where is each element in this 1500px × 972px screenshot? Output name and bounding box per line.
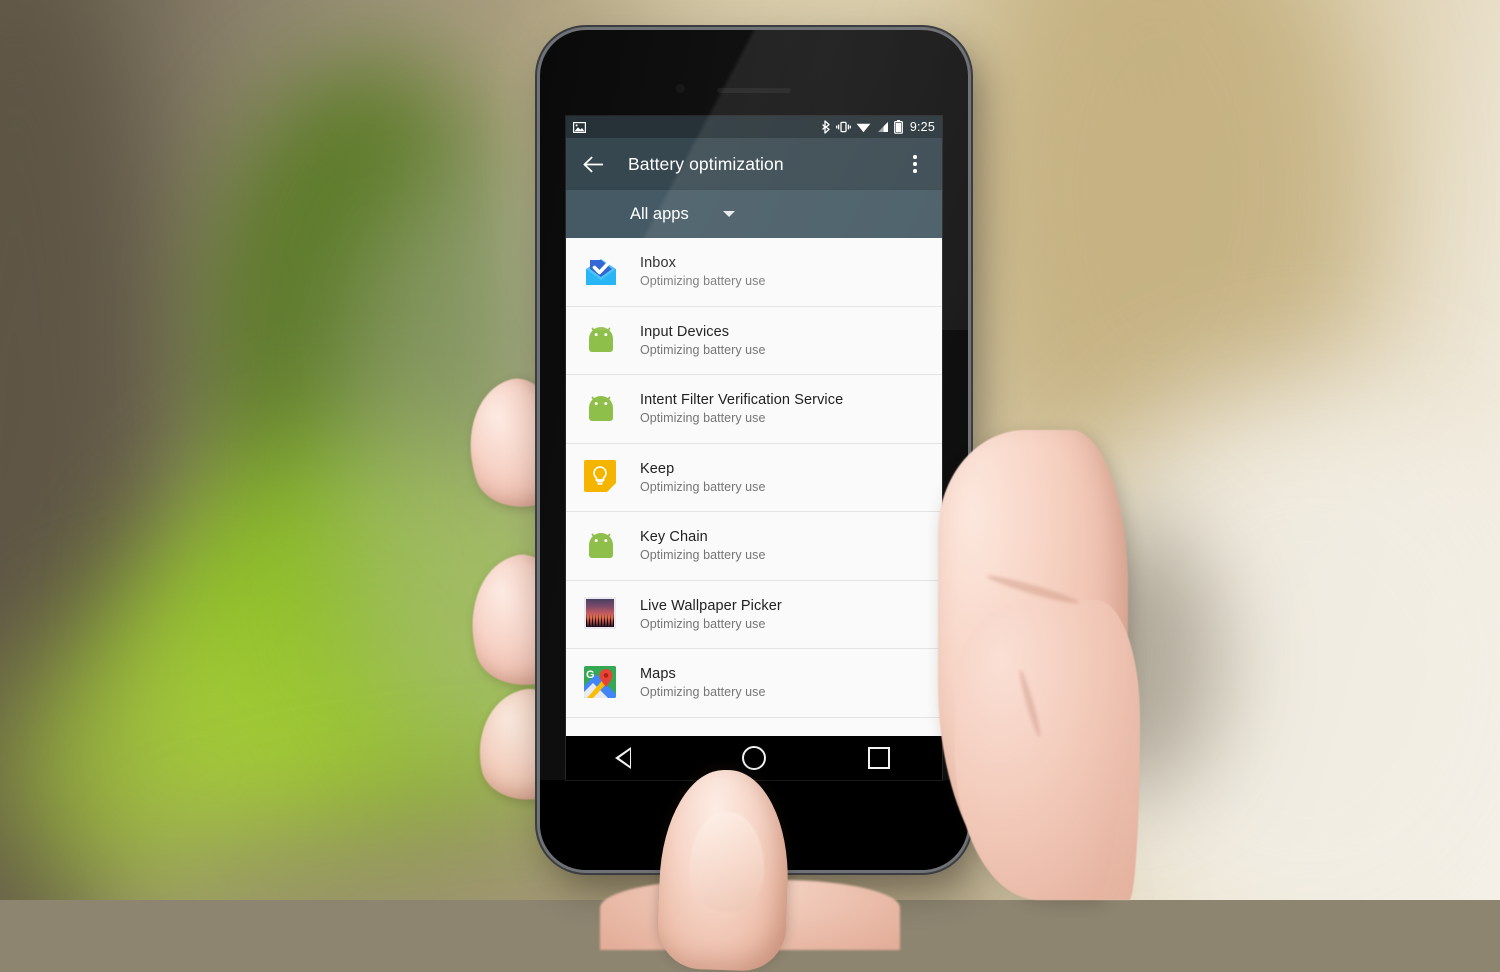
table-row[interactable]: Live Wallpaper Picker Optimizing battery… — [566, 580, 942, 649]
app-list: Inbox Optimizing battery use Input Devic… — [566, 238, 942, 738]
more-options-icon[interactable] — [900, 147, 930, 181]
back-arrow-icon[interactable] — [578, 149, 608, 179]
earpiece-speaker — [717, 88, 791, 93]
keep-app-icon — [584, 460, 618, 494]
status-bar: 9:25 — [566, 116, 942, 138]
app-status: Optimizing battery use — [640, 479, 766, 494]
wifi-icon — [856, 121, 871, 133]
app-name: Key Chain — [640, 529, 708, 546]
front-camera — [676, 84, 685, 93]
table-row[interactable]: Key Chain Optimizing battery use — [566, 512, 942, 581]
inbox-app-icon — [584, 255, 618, 289]
android-app-icon — [584, 392, 618, 426]
app-name: Keep — [640, 460, 675, 477]
recents-square-icon — [868, 747, 891, 769]
nav-back-button[interactable] — [601, 736, 657, 780]
table-row-partial[interactable] — [566, 717, 942, 738]
phone-screen: 9:25 Battery optimization All apps Inbox… — [566, 116, 942, 780]
right-palm-lower — [955, 600, 1140, 900]
table-row[interactable]: Inbox Optimizing battery use — [566, 238, 942, 307]
app-status: Optimizing battery use — [640, 616, 766, 631]
bluetooth-icon — [821, 120, 831, 134]
status-bar-clock: 9:25 — [909, 120, 935, 134]
screenshot-icon — [573, 121, 586, 133]
maps-app-icon: G — [584, 665, 618, 700]
chevron-down-icon — [722, 211, 735, 217]
svg-text:G: G — [586, 669, 595, 681]
overflow-dot — [913, 162, 917, 166]
app-name: Live Wallpaper Picker — [640, 597, 782, 614]
wallpaper-skyline — [586, 614, 614, 628]
table-row[interactable]: G Maps Optimizing battery use — [566, 649, 942, 718]
app-name: Input Devices — [640, 323, 730, 340]
table-row[interactable]: Keep Optimizing battery use — [566, 443, 942, 512]
live-wallpaper-app-icon — [584, 597, 618, 631]
app-bar: Battery optimization — [566, 138, 942, 190]
overflow-dot — [913, 169, 917, 173]
page-title: Battery optimization — [628, 153, 784, 174]
thumbnail — [690, 812, 764, 912]
back-triangle-inner — [619, 750, 631, 766]
android-app-icon — [584, 323, 618, 357]
app-name: Maps — [640, 666, 676, 683]
cellular-signal-icon — [876, 121, 889, 133]
app-status: Optimizing battery use — [640, 411, 766, 426]
app-status: Optimizing battery use — [640, 274, 766, 289]
home-circle-icon — [741, 746, 766, 770]
app-name: Intent Filter Verification Service — [640, 392, 844, 409]
android-app-icon — [584, 529, 618, 563]
app-status: Optimizing battery use — [640, 548, 766, 563]
filter-spinner[interactable]: All apps — [566, 190, 942, 238]
filter-spinner-label: All apps — [630, 204, 689, 223]
app-status: Optimizing battery use — [640, 685, 766, 700]
table-row[interactable]: Input Devices Optimizing battery use — [566, 306, 942, 375]
overflow-dot — [913, 155, 917, 159]
vibrate-icon — [835, 121, 851, 133]
navigation-bar — [566, 736, 942, 780]
nav-recents-button[interactable] — [851, 736, 907, 780]
app-name: Inbox — [640, 255, 676, 272]
battery-icon — [893, 120, 903, 134]
smartphone-device: 9:25 Battery optimization All apps Inbox… — [540, 30, 968, 870]
table-row[interactable]: Intent Filter Verification Service Optim… — [566, 375, 942, 444]
app-status: Optimizing battery use — [640, 342, 766, 357]
